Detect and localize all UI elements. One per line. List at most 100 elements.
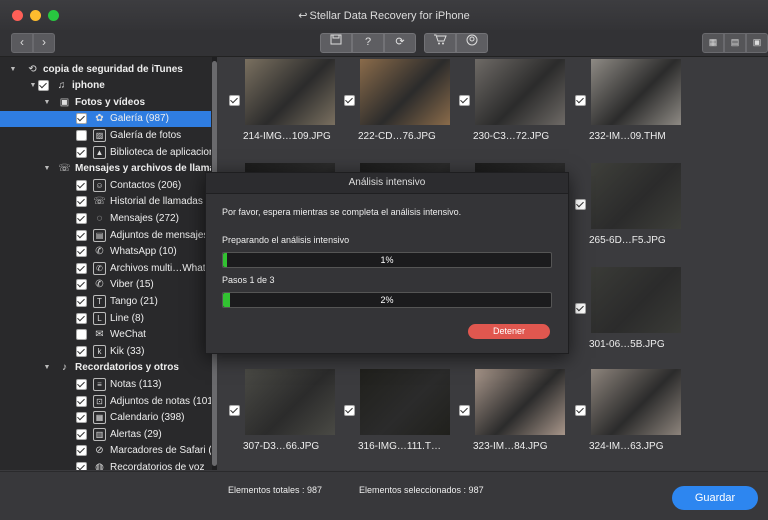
list-view-button[interactable]: ▤ — [724, 33, 746, 53]
item-checkbox[interactable] — [76, 412, 87, 424]
nav-buttons: ‹ › — [11, 33, 55, 53]
photo-filename: 316-IMG…111.T… — [358, 441, 441, 452]
sidebar-item[interactable]: ▦ Calendario (398) — [0, 410, 211, 426]
sidebar-item[interactable]: ▲ Biblioteca de aplicacion — [0, 144, 211, 160]
photo-checkbox[interactable] — [575, 95, 586, 106]
sidebar-item[interactable]: ▼ ☏ Mensajes y archivos de llama — [0, 161, 211, 177]
save-button[interactable]: Guardar — [672, 486, 758, 510]
sidebar-item[interactable]: k Kik (33) — [0, 343, 211, 359]
expand-toggle-icon[interactable]: ▼ — [42, 165, 52, 172]
expand-toggle-icon[interactable]: ▼ — [42, 99, 52, 106]
sidebar-item[interactable]: ✉ WeChat — [0, 327, 211, 343]
photo-checkbox[interactable] — [229, 405, 240, 416]
sidebar-item[interactable]: ☺ Contactos (206) — [0, 177, 211, 193]
photo-checkbox[interactable] — [344, 405, 355, 416]
sidebar-item[interactable]: ▼ ⟲ copia de seguridad de iTunes — [0, 61, 211, 77]
sidebar-item[interactable]: ▼ ▣ Fotos y vídeos — [0, 94, 211, 110]
sidebar-tree: ▼ ⟲ copia de seguridad de iTunes ▼ ♫ iphone ▼ ▣… — [0, 57, 217, 470]
help-button[interactable]: ? — [352, 33, 384, 53]
photo-filename: 222-CD…76.JPG — [358, 131, 436, 142]
photo-thumbnail[interactable] — [591, 369, 681, 435]
item-checkbox[interactable] — [76, 395, 87, 407]
flower-icon: ✿ — [95, 113, 104, 125]
item-checkbox[interactable] — [76, 345, 87, 357]
item-checkbox[interactable] — [76, 229, 87, 241]
sidebar-item[interactable]: ◌ Mensajes (272) — [0, 210, 211, 226]
item-checkbox[interactable] — [76, 461, 87, 470]
buy-button[interactable] — [424, 33, 456, 53]
sidebar-item[interactable]: ▼ ♪ Recordatorios y otros — [0, 360, 211, 376]
save-toolbar-button[interactable] — [320, 33, 352, 53]
item-checkbox[interactable] — [76, 312, 87, 324]
item-checkbox[interactable] — [76, 329, 87, 341]
sidebar-item[interactable]: ✆ Archivos multi…What — [0, 260, 211, 276]
stop-button[interactable]: Detener — [468, 324, 550, 339]
photo-filename: 214-IMG…109.JPG — [243, 131, 331, 142]
preview-view-button[interactable]: ▣ — [746, 33, 768, 53]
sidebar-item[interactable]: L Line (8) — [0, 310, 211, 326]
photo-thumbnail[interactable] — [360, 369, 450, 435]
back-button[interactable]: ‹ — [11, 33, 33, 53]
item-checkbox[interactable] — [76, 129, 87, 141]
sidebar-item[interactable]: ☏ Historial de llamadas ( — [0, 194, 211, 210]
photo-checkbox[interactable] — [459, 95, 470, 106]
sidebar-item-label: WeChat — [110, 329, 146, 341]
forward-button[interactable]: › — [33, 33, 55, 53]
refresh-button[interactable]: ⟳ — [384, 33, 416, 53]
grid-view-button[interactable]: ▦ — [702, 33, 724, 53]
account-button[interactable] — [456, 33, 488, 53]
photo-thumbnail[interactable] — [245, 59, 335, 125]
photo-thumbnail[interactable] — [360, 59, 450, 125]
sidebar-item[interactable]: ▨ Galería de fotos — [0, 127, 211, 143]
item-checkbox[interactable] — [76, 378, 87, 390]
item-checkbox[interactable] — [76, 262, 87, 274]
item-checkbox[interactable] — [76, 179, 87, 191]
sidebar-item-label: Galería de fotos — [110, 129, 182, 141]
sidebar-item[interactable]: ≡ Notas (113) — [0, 376, 211, 392]
item-checkbox[interactable] — [76, 146, 87, 158]
item-checkbox[interactable] — [76, 196, 87, 208]
photo-checkbox[interactable] — [575, 199, 586, 210]
photo-checkbox[interactable] — [344, 95, 355, 106]
step2-label: Pasos 1 de 3 — [222, 275, 275, 285]
sidebar-item[interactable]: ▥ Alertas (29) — [0, 426, 211, 442]
sidebar-item[interactable]: ✆ WhatsApp (10) — [0, 244, 211, 260]
calendar-icon: ▦ — [93, 411, 106, 425]
item-checkbox[interactable] — [76, 212, 87, 224]
photo-thumbnail[interactable] — [591, 267, 681, 333]
sidebar-item-label: Galería (987) — [110, 113, 169, 125]
sidebar-item[interactable]: ✆ Viber (15) — [0, 277, 211, 293]
sidebar-item-label: Recordatorios y otros — [75, 362, 179, 374]
sidebar-item-label: Mensajes y archivos de llama — [75, 163, 211, 175]
photo-thumbnail[interactable] — [245, 369, 335, 435]
sidebar-item[interactable]: ⊘ Marcadores de Safari ( — [0, 443, 211, 459]
sidebar-item[interactable]: ✿ Galería (987) — [0, 110, 211, 127]
item-checkbox[interactable] — [76, 428, 87, 440]
sidebar-item-label: Historial de llamadas ( — [110, 196, 209, 208]
photo-checkbox[interactable] — [229, 95, 240, 106]
expand-toggle-icon[interactable]: ▼ — [8, 66, 18, 73]
photo-checkbox[interactable] — [575, 303, 586, 314]
item-checkbox[interactable] — [76, 279, 87, 291]
item-checkbox[interactable] — [76, 246, 87, 258]
sidebar-item[interactable]: T Tango (21) — [0, 293, 211, 309]
item-checkbox[interactable] — [38, 80, 49, 92]
item-checkbox[interactable] — [76, 113, 87, 125]
sidebar-item[interactable]: ▼ ♫ iphone — [0, 78, 211, 94]
photo-checkbox[interactable] — [575, 405, 586, 416]
item-checkbox[interactable] — [76, 445, 87, 457]
expand-toggle-icon[interactable]: ▼ — [42, 364, 52, 371]
step1-progress-percent: 1% — [380, 255, 394, 265]
sidebar-item[interactable]: ◍ Recordatorios de voz — [0, 459, 211, 470]
photo-checkbox[interactable] — [459, 405, 470, 416]
viber-icon: ✆ — [95, 279, 104, 291]
item-checkbox[interactable] — [76, 295, 87, 307]
photo-thumbnail[interactable] — [591, 163, 681, 229]
step2-progress-bar: 2% — [222, 292, 552, 308]
sidebar-item[interactable]: ⊡ Adjuntos de notas (101 — [0, 393, 211, 409]
photo-thumbnail[interactable] — [475, 369, 565, 435]
photo-thumbnail[interactable] — [591, 59, 681, 125]
photo-thumbnail[interactable] — [475, 59, 565, 125]
expand-toggle-icon[interactable]: ▼ — [28, 82, 38, 89]
sidebar-item[interactable]: ▤ Adjuntos de mensajes — [0, 227, 211, 243]
